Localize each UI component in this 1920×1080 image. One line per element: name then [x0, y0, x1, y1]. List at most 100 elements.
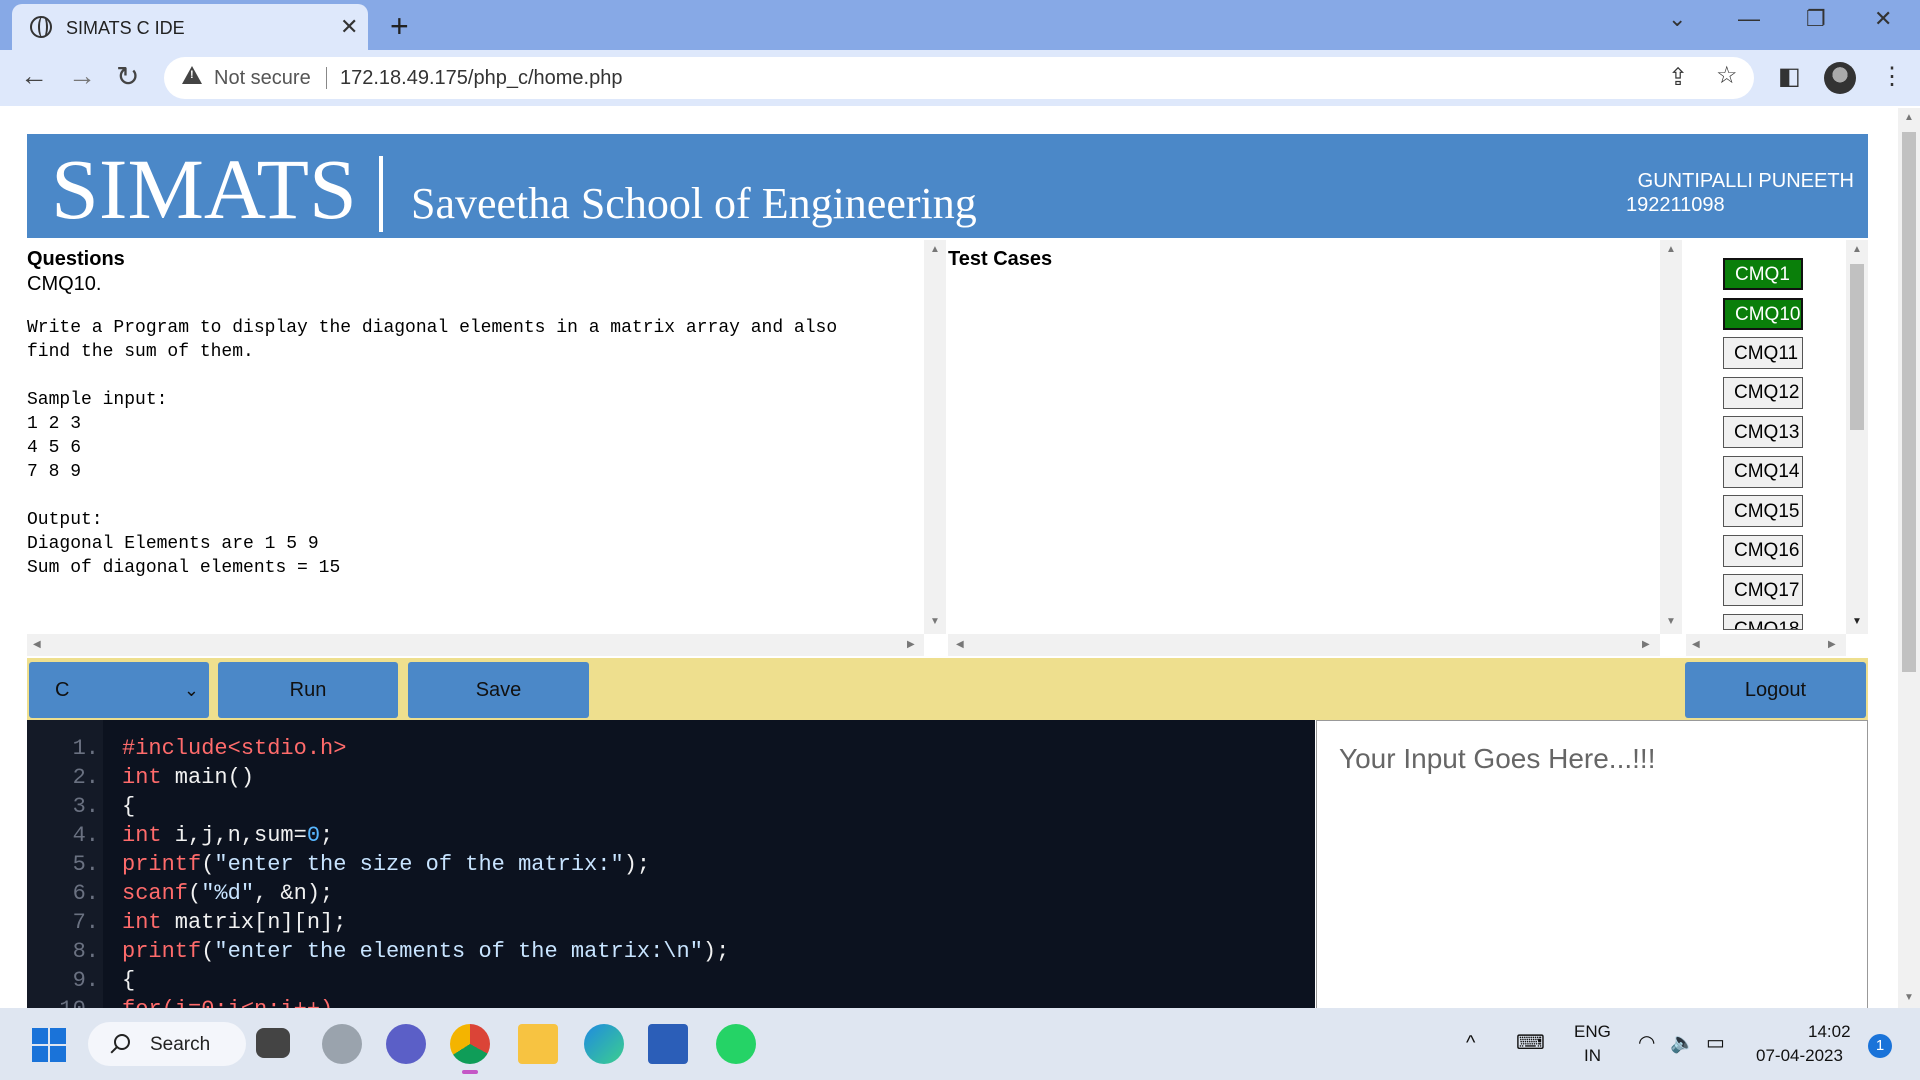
profile-avatar[interactable] [1824, 62, 1856, 94]
code-line[interactable]: printf("enter the elements of the matrix… [122, 937, 729, 966]
site-header: SIMATS Saveetha School of Engineering GU… [27, 134, 1868, 238]
run-button[interactable]: Run [218, 662, 398, 718]
clock-date[interactable]: 07-04-2023 [1756, 1046, 1843, 1066]
browser-toolbar: ← → ↻ Not secure 172.18.49.175/php_c/hom… [0, 50, 1920, 106]
test-cases-heading: Test Cases [948, 248, 1053, 270]
scroll-right-icon[interactable]: ▶ [1828, 639, 1836, 650]
language-region[interactable]: IN [1584, 1046, 1601, 1066]
share-icon[interactable]: ⇪ [1668, 63, 1688, 92]
active-app-indicator [462, 1070, 478, 1074]
reload-icon[interactable]: ↻ [116, 60, 139, 93]
question-button-cmq12[interactable]: CMQ12 [1723, 376, 1803, 409]
scroll-left-icon[interactable]: ◀ [956, 639, 964, 650]
scroll-up-icon[interactable]: ▲ [1852, 244, 1862, 255]
close-tab-icon[interactable]: ✕ [340, 14, 358, 40]
code-line[interactable]: printf("enter the size of the matrix:"); [122, 850, 650, 879]
line-number: 4. [72, 823, 99, 848]
test-cases-panel: Test Cases [948, 248, 1648, 271]
testcases-vscrollbar[interactable]: ▲ ▼ [1660, 240, 1682, 634]
scroll-left-icon[interactable]: ◀ [1692, 639, 1700, 650]
scroll-thumb[interactable] [1850, 264, 1864, 430]
logout-button[interactable]: Logout [1685, 662, 1866, 718]
scroll-left-icon[interactable]: ◀ [33, 639, 41, 650]
chrome-icon[interactable] [450, 1024, 490, 1064]
battery-icon[interactable]: ▭ [1706, 1030, 1725, 1055]
chevron-up-icon[interactable]: ^ [1466, 1032, 1475, 1055]
question-button-cmq1[interactable]: CMQ1 [1723, 258, 1803, 290]
browser-tab[interactable]: SIMATS C IDE ✕ [12, 4, 368, 50]
widgets-icon[interactable] [322, 1024, 362, 1064]
question-code: CMQ10. [27, 273, 102, 295]
language-eng[interactable]: ENG [1574, 1022, 1611, 1042]
testcases-hscrollbar[interactable]: ◀ ▶ [948, 634, 1660, 656]
file-explorer-icon[interactable] [518, 1024, 558, 1064]
user-id: 192211098 [1626, 194, 1725, 216]
code-editor[interactable]: 1. #include<stdio.h> 2. int main() 3. { … [27, 720, 1315, 1008]
forward-icon[interactable]: → [68, 60, 96, 92]
question-button-cmq16[interactable]: CMQ16 [1723, 534, 1803, 567]
question-button-cmq15[interactable]: CMQ15 [1723, 495, 1803, 527]
scroll-right-icon[interactable]: ▶ [1642, 639, 1650, 650]
scroll-up-icon[interactable]: ▲ [1666, 244, 1676, 255]
restore-icon[interactable]: ❐ [1806, 6, 1826, 32]
scroll-right-icon[interactable]: ▶ [907, 639, 915, 650]
code-line[interactable]: int main() [122, 763, 254, 792]
question-button-cmq13[interactable]: CMQ13 [1723, 416, 1803, 448]
wifi-icon[interactable]: ◠ [1638, 1030, 1655, 1055]
teams-chat-icon[interactable] [386, 1024, 426, 1064]
question-button-cmq17[interactable]: CMQ17 [1723, 574, 1803, 606]
code-line[interactable]: for(i=0;i<n;i++) [122, 995, 333, 1008]
line-number: 10. [27, 995, 99, 1008]
scroll-down-icon[interactable]: ▼ [1904, 992, 1914, 1003]
side-panel-icon[interactable]: ◧ [1778, 62, 1801, 91]
qlist-vscrollbar[interactable]: ▲ ▼ [1846, 240, 1868, 634]
page-vscrollbar[interactable]: ▲ ▼ [1898, 108, 1920, 1008]
question-panel: Questions CMQ10. Write a Program to disp… [27, 248, 922, 632]
code-line[interactable]: scanf("%d", &n); [122, 879, 333, 908]
language-select[interactable]: C ⌄ [29, 662, 209, 718]
keyboard-icon[interactable]: ⌨ [1516, 1030, 1545, 1055]
question-hscrollbar[interactable]: ◀ ▶ [27, 634, 924, 656]
address-bar[interactable]: Not secure 172.18.49.175/php_c/home.php … [164, 57, 1754, 99]
windows-taskbar: Search ^ ⌨ ENG IN ◠ 🔈 ▭ 14:02 07-04-2023… [0, 1008, 1920, 1080]
word-icon[interactable] [648, 1024, 688, 1064]
code-line[interactable]: int matrix[n][n]; [122, 908, 346, 937]
qlist-hscrollbar[interactable]: ◀ ▶ [1686, 634, 1846, 656]
minimize-icon[interactable]: — [1738, 6, 1760, 32]
code-line[interactable]: #include<stdio.h> [122, 734, 346, 763]
volume-muted-icon[interactable]: 🔈 [1670, 1030, 1695, 1055]
save-button[interactable]: Save [408, 662, 589, 718]
scroll-up-icon[interactable]: ▲ [1904, 112, 1914, 123]
line-number: 9. [72, 968, 99, 993]
question-vscrollbar[interactable]: ▲ ▼ [924, 240, 946, 634]
scroll-down-icon[interactable]: ▼ [930, 616, 940, 627]
notification-badge[interactable]: 1 [1868, 1034, 1892, 1058]
scroll-down-icon[interactable]: ▼ [1852, 616, 1862, 627]
task-view-icon[interactable] [256, 1028, 290, 1058]
whatsapp-icon[interactable] [716, 1024, 756, 1064]
question-button-cmq18[interactable]: CMQ18 [1723, 613, 1803, 630]
close-window-icon[interactable]: ✕ [1874, 6, 1892, 32]
url-text[interactable]: 172.18.49.175/php_c/home.php [340, 67, 622, 90]
new-tab-icon[interactable]: + [390, 8, 409, 45]
menu-icon[interactable]: ⋮ [1880, 62, 1904, 91]
back-icon[interactable]: ← [20, 60, 48, 92]
question-button-cmq11[interactable]: CMQ11 [1723, 337, 1803, 369]
tab-search-icon[interactable]: ⌄ [1668, 6, 1686, 32]
question-button-cmq10[interactable]: CMQ10 [1723, 297, 1803, 330]
line-number: 2. [72, 765, 99, 790]
code-line[interactable]: { [122, 792, 135, 821]
language-value: C [55, 679, 70, 701]
clock-time[interactable]: 14:02 [1808, 1022, 1851, 1042]
bookmark-star-icon[interactable]: ☆ [1716, 61, 1738, 90]
edge-icon[interactable] [584, 1024, 624, 1064]
program-input-textarea[interactable]: Your Input Goes Here...!!! [1316, 720, 1868, 1020]
taskbar-search[interactable]: Search [88, 1022, 246, 1066]
code-line[interactable]: { [122, 966, 135, 995]
scroll-down-icon[interactable]: ▼ [1666, 616, 1676, 627]
scroll-up-icon[interactable]: ▲ [930, 244, 940, 255]
page-scroll-thumb[interactable] [1902, 132, 1916, 672]
question-button-cmq14[interactable]: CMQ14 [1723, 455, 1803, 488]
code-line[interactable]: int i,j,n,sum=0; [122, 821, 333, 850]
windows-start-icon[interactable] [32, 1028, 66, 1062]
